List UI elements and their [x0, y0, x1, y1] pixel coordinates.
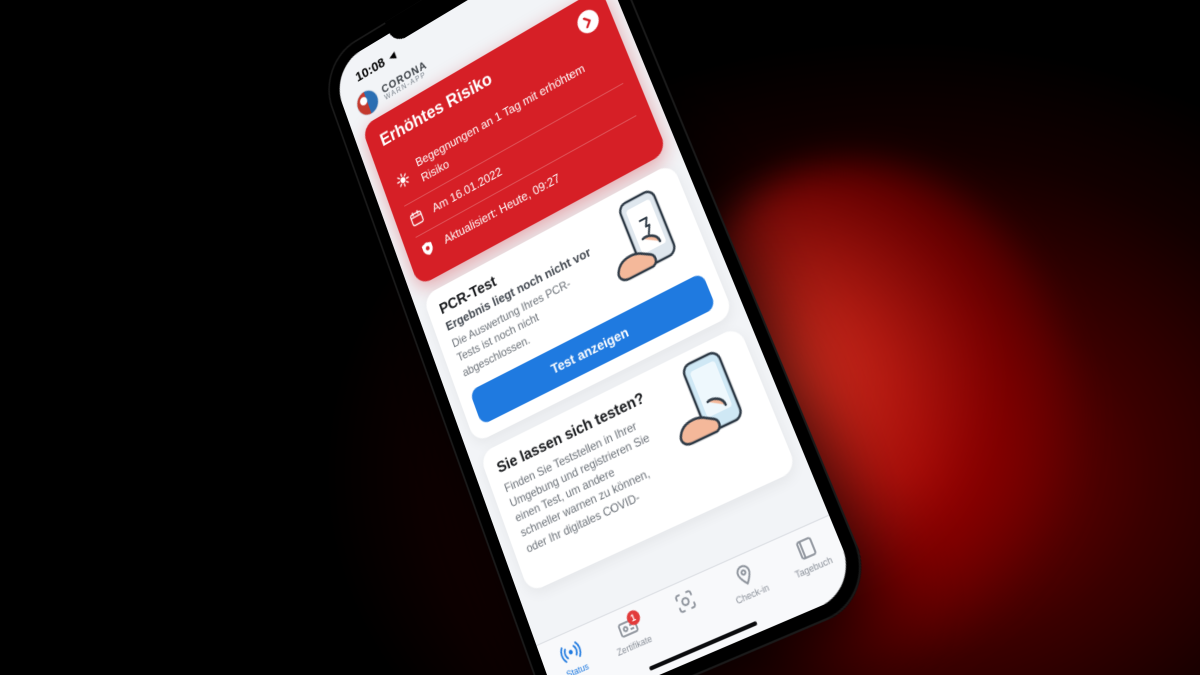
zertifikate-badge: 1 — [624, 608, 641, 627]
phone-screen: 10:08 ◀ CORONA WARN-APP i — [330, 0, 860, 675]
tab-zertifikate-label: Zertifikate — [616, 633, 654, 658]
tab-checkin-label: Check-in — [734, 582, 770, 606]
diary-icon — [790, 532, 821, 564]
tab-checkin[interactable]: Check-in — [714, 552, 782, 611]
tab-status[interactable]: Status — [542, 630, 605, 675]
home-indicator[interactable] — [649, 621, 758, 671]
app-logo-icon — [354, 86, 381, 118]
testing-body: Finden Sie Teststellen in Ihrer Umgebung… — [502, 413, 671, 556]
tab-tagebuch[interactable]: Tagebuch — [774, 525, 844, 585]
tab-scan-label — [690, 615, 696, 626]
pcr-illustration — [578, 173, 701, 298]
certificate-icon — [613, 612, 642, 643]
stage: 10:08 ◀ CORONA WARN-APP i — [0, 0, 1200, 675]
status-time-text: 10:08 — [354, 54, 387, 85]
tab-tagebuch-label: Tagebuch — [794, 554, 835, 580]
phone-frame: 10:08 ◀ CORONA WARN-APP i — [316, 0, 879, 675]
checkin-icon — [730, 560, 760, 591]
scan-icon — [671, 586, 701, 617]
virus-icon — [394, 169, 412, 190]
testing-illustration — [640, 336, 769, 462]
tab-status-label: Status — [565, 661, 590, 675]
tab-scan[interactable] — [655, 579, 721, 637]
network-activity-icon: ◀ — [388, 50, 397, 62]
shield-icon — [419, 238, 438, 259]
tab-zertifikate[interactable]: 1 Zertifikate — [598, 605, 663, 662]
status-icon — [557, 637, 585, 667]
calendar-icon — [407, 207, 426, 228]
